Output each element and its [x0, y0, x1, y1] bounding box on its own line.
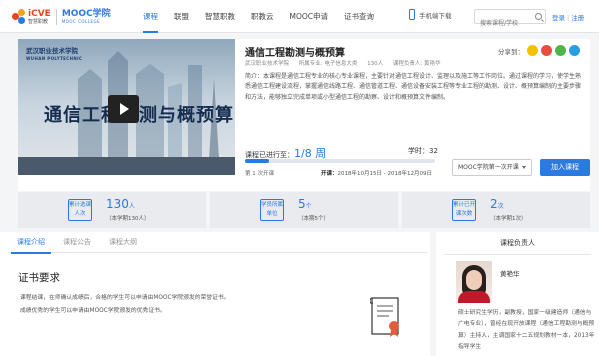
share-bar: 分享到： [498, 45, 580, 56]
meta-leader: 课程负责人: 黄艳华 [392, 61, 441, 67]
term-select[interactable]: MOOC学院第一次开课 [452, 159, 532, 176]
nav-alliance[interactable]: 联盟 [174, 0, 189, 33]
teacher-panel: 课程负责人 黄艳华 硕士研究生学历，副教授，国家一级建造师（通信与广电专业），曾… [436, 232, 599, 356]
stat-units-label: 学员所属单位 [260, 199, 284, 221]
dates-label: 开课： [321, 171, 338, 177]
course-dates: 开课：2018年10月15日 - 2018年12月09日 [321, 169, 432, 177]
stat-enrollment-num: 130 [106, 197, 129, 211]
join-course-button[interactable]: 加入课程 [540, 159, 590, 176]
register-link[interactable]: 注册 [571, 14, 584, 22]
stat-enrollment: 累计选课人次 130人 （本学期130人） [18, 192, 206, 228]
share-label: 分享到： [498, 47, 524, 56]
course-title: 通信工程勘测与概预算 [245, 48, 345, 59]
tab-intro[interactable]: 课程介绍 [8, 234, 54, 254]
auth-divider: | [567, 14, 570, 22]
course-meta: 武汉职业技术学院 所属专业: 电子信息大类 130人 课程负责人: 黄艳华 [245, 59, 448, 67]
tab-announcements[interactable]: 课程公告 [54, 234, 100, 252]
stat-sessions-sub: （本学期1次） [490, 216, 527, 222]
hours-label: 学时： [408, 147, 429, 155]
teacher-avatar[interactable] [456, 261, 492, 303]
course-tabs: 课程介绍 课程公告 课程大纲 [8, 234, 428, 254]
nav-smart-edu[interactable]: 智慧职教 [205, 0, 235, 33]
stat-units-num: 5 [298, 197, 306, 211]
site-logo[interactable]: iCVE 智慧职教 MOOC学院 MOOC COLLEGE [12, 6, 111, 28]
search-input[interactable] [475, 17, 533, 30]
certificate-text: 课程结课，在师确认成绩后，合格的学生可以申请由MOOC学院颁发的荣誉证书。 成绩… [20, 292, 229, 318]
main-nav: 课程 联盟 智慧职教 职教云 MOOC申请 证书查询 [143, 0, 390, 33]
search-icon[interactable] [535, 13, 542, 20]
stat-sessions-num: 2 [490, 197, 498, 211]
course-card: 武汉职业技术学院 WUHAN POLYTECHNIC 通信工程勘测与概预算 通信工… [18, 39, 590, 191]
stat-units-unit: 个 [305, 203, 312, 210]
search-box [474, 9, 546, 30]
stat-sessions-unit: 次 [497, 203, 504, 210]
teacher-bio: 硕士研究生学历，副教授，国家一级建造师（通信与广电专业），曾经在现开放课程（通信… [458, 310, 595, 351]
certificate-line-1: 课程结课，在师确认成绩后，合格的学生可以申请由MOOC学院颁发的荣誉证书。 [20, 295, 230, 301]
session-number: 第 1 次开课 [245, 171, 274, 177]
mobile-download-link[interactable]: 手机端下载 [409, 9, 452, 20]
nav-mooc-apply[interactable]: MOOC申请 [290, 0, 329, 33]
teacher-name[interactable]: 黄艳华 [500, 268, 520, 278]
logo-mark-icon [12, 9, 26, 25]
nav-edu-cloud[interactable]: 职教云 [251, 0, 274, 33]
login-link[interactable]: 登录 [552, 14, 565, 22]
mobile-download-label: 手机端下载 [419, 11, 452, 20]
logo-brand-en: iCVE [28, 8, 51, 19]
logo-mooc: MOOC学院 [61, 8, 111, 19]
teacher-heading: 课程负责人 [500, 239, 535, 247]
top-navbar: iCVE 智慧职教 MOOC学院 MOOC COLLEGE 课程 联盟 智慧职教 职… [0, 0, 599, 33]
meta-learners: 130人 [367, 61, 384, 67]
weibo-share-icon[interactable] [541, 45, 552, 56]
wechat-share-icon[interactable] [555, 45, 566, 56]
progress-label: 课程已进行至： [245, 151, 294, 159]
progress-bar [245, 159, 435, 163]
dates-value: 2018年10月15日 - 2018年12月09日 [337, 171, 432, 177]
stat-units-sub: （本期5个） [298, 216, 329, 222]
certificate-line-2: 成绩优秀的学生可以申请由MOOC学院颁发的优秀证书。 [20, 308, 166, 314]
qzone-share-icon[interactable] [527, 45, 538, 56]
qq-share-icon[interactable] [569, 45, 580, 56]
stats-row: 累计选课人次 130人 （本学期130人） 学员所属单位 5个 （本期5个） 累… [18, 192, 590, 228]
course-detail-panel: 课程介绍 课程公告 课程大纲 证书要求 课程结课，在师确认成绩后，合格的学生可以… [0, 232, 430, 356]
stat-units: 学员所属单位 5个 （本期5个） [210, 192, 398, 228]
course-hours: 学时：32 [408, 146, 438, 156]
play-icon[interactable] [108, 95, 139, 123]
logo-brand-cn: 智慧职教 [28, 18, 49, 25]
meta-school: 武汉职业技术学院 [245, 61, 290, 67]
progress-bar-fill [245, 159, 269, 163]
stat-sessions: 累计已开课次数 2次 （本学期1次） [402, 192, 590, 228]
stat-sessions-label: 累计已开课次数 [452, 199, 476, 221]
thumb-course-title: 通信工程勘测与概预算 [44, 105, 234, 126]
phone-icon [409, 9, 415, 20]
course-intro: 简介：本课程是通信工程专业的核心专业课程，主要针对通信工程设计、监理以及施工等工… [245, 73, 582, 101]
certificate-heading: 证书要求 [18, 272, 60, 284]
certificate-icon [370, 297, 399, 337]
meta-major: 所属专业: 电子信息大类 [298, 61, 358, 67]
nav-course[interactable]: 课程 [143, 0, 158, 33]
stat-enrollment-sub: （本学期130人） [106, 216, 150, 222]
stat-enrollment-label: 累计选课人次 [68, 199, 92, 221]
stat-enrollment-unit: 人 [128, 203, 135, 210]
hours-value: 32 [429, 147, 438, 155]
tab-syllabus[interactable]: 课程大纲 [100, 234, 146, 252]
auth-links: 登录 | 注册 [552, 12, 584, 22]
course-video-thumbnail[interactable]: 武汉职业技术学院 WUHAN POLYTECHNIC 通信工程勘测与概预算 [18, 39, 235, 175]
nav-cert-query[interactable]: 证书查询 [344, 0, 374, 33]
logo-mooc-en: MOOC COLLEGE [61, 18, 101, 24]
